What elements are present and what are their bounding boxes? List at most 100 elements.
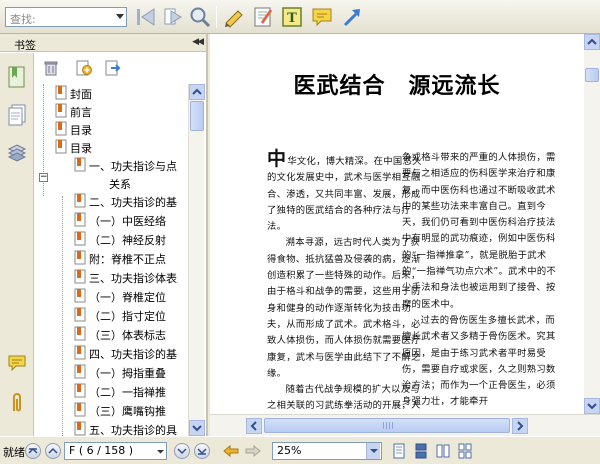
speech-bubble-icon: [312, 8, 332, 27]
bookmark-label-continued: 关系: [109, 178, 131, 191]
bookmark-icon: [74, 157, 86, 172]
zoom-search-button[interactable]: [188, 5, 212, 29]
search-placeholder: 查找:: [10, 13, 36, 26]
next-page-button[interactable]: [174, 443, 190, 459]
bookmark-icon: [55, 121, 67, 136]
bookmark-label: 前言: [70, 106, 92, 119]
tree-line: [62, 196, 63, 436]
chevron-down-icon: [177, 448, 187, 455]
back-button[interactable]: [222, 443, 240, 459]
bookmark-label: 附：脊椎不正点: [89, 253, 166, 266]
document-horizontal-scrollbar[interactable]: [210, 414, 600, 436]
bookmark-scrollbar[interactable]: [188, 84, 205, 436]
comments-tab[interactable]: [6, 351, 28, 375]
bookmark-properties-button[interactable]: [103, 59, 121, 77]
find-previous-icon: [137, 8, 155, 26]
facing-view-button[interactable]: [436, 443, 450, 459]
find-previous-button[interactable]: [134, 5, 158, 29]
continuous-facing-view-button[interactable]: [458, 443, 472, 459]
bookmark-icon: [74, 288, 86, 303]
scroll-down-button[interactable]: [189, 420, 205, 436]
scroll-thumb[interactable]: [190, 101, 204, 131]
paragraph: 过去的骨伤医生多擅长武术，而擅长武术者又多精于骨伤医术。究其原因，是由于练习武术…: [402, 314, 556, 408]
note-tool-button[interactable]: [251, 5, 275, 29]
text-tool-button[interactable]: T: [280, 5, 304, 29]
single-page-icon: [393, 443, 405, 459]
bookmark-icon: [55, 139, 67, 154]
chevron-right-icon: [517, 421, 524, 431]
zoom-dropdown-button[interactable]: [366, 443, 380, 459]
previous-page-button[interactable]: [45, 443, 61, 459]
arrow-icon: [343, 9, 360, 27]
bookmark-label: （二）神经反射: [89, 234, 166, 247]
bookmarks-tab[interactable]: [6, 65, 28, 89]
horizontal-scroll-thumb[interactable]: [264, 418, 510, 433]
magnifier-icon: [190, 7, 211, 28]
collapse-panel-icon[interactable]: ◀◀: [192, 37, 204, 47]
bookmark-label: （一）中医经络: [89, 215, 166, 228]
chevron-down-icon: [587, 403, 597, 410]
status-bar: 就绪 F ( 6 / 158 ) 25%: [0, 436, 600, 464]
bookmark-icon: [74, 250, 86, 265]
scroll-grip: [383, 422, 393, 429]
bookmark-label: （一）脊椎定位: [89, 291, 166, 304]
search-input[interactable]: 查找:: [5, 7, 127, 27]
bookmark-icon: [74, 326, 86, 341]
pages-tab[interactable]: [6, 103, 28, 127]
text-column-right: 争或格斗带来的严重的人体损伤，需要与之相适应的伤科医学来治疗和康复，而中医伤科也…: [402, 150, 562, 411]
document-page: 医武结合 源远流长 中华文化，博大精深。在中国悠久的文化发展史中，武术与医学相互…: [210, 34, 584, 428]
scroll-left-button[interactable]: [246, 418, 262, 434]
page-number-field[interactable]: F ( 6 / 158 ): [64, 442, 167, 460]
panel-side-tabs: [0, 53, 34, 436]
continuous-page-icon: [415, 443, 427, 459]
bookmark-panel: 书签 ◀◀ − 封面 前言 目录 目录 一、功夫指诊与点 关系 二、功夫指诊的基…: [0, 34, 208, 436]
chevron-up-icon: [48, 447, 58, 454]
bookmark-label: 目录: [70, 142, 92, 155]
document-vertical-scrollbar[interactable]: [584, 34, 600, 414]
arrow-left-icon: [223, 444, 239, 458]
bookmark-label: （二）指寸定位: [89, 310, 166, 323]
search-dropdown-icon[interactable]: [116, 14, 124, 19]
trash-icon: [44, 61, 58, 76]
bookmark-label: （二）一指禅推: [89, 386, 166, 399]
find-next-icon: [164, 8, 182, 25]
bookmark-icon: [74, 231, 86, 246]
bookmark-icon: [74, 345, 86, 360]
document-view[interactable]: 医武结合 源远流长 中华文化，博大精深。在中国悠久的文化发展史中，武术与医学相互…: [210, 34, 600, 428]
scroll-up-button[interactable]: [189, 84, 205, 100]
doc-scroll-thumb[interactable]: [585, 68, 599, 82]
toolbar-separator: [216, 6, 217, 28]
highlight-tool-button[interactable]: [222, 5, 246, 29]
single-page-view-button[interactable]: [392, 443, 406, 459]
comment-tool-button[interactable]: [310, 5, 334, 29]
arrow-tool-button[interactable]: [340, 5, 364, 29]
page-dropdown-button[interactable]: [155, 443, 166, 459]
doc-scroll-down-button[interactable]: [584, 398, 600, 414]
last-page-button[interactable]: [194, 443, 210, 459]
page-number-text: F ( 6 / 158 ): [69, 444, 134, 457]
layers-tab[interactable]: [6, 141, 28, 165]
forward-button[interactable]: [244, 443, 262, 459]
paperclip-icon: [13, 393, 21, 412]
last-page-icon: [197, 448, 207, 455]
bookmark-label: 一、功夫指诊与点: [89, 160, 177, 173]
doc-scroll-up-button[interactable]: [584, 34, 600, 50]
find-next-button[interactable]: [161, 5, 185, 29]
bookmark-label: 封面: [70, 88, 92, 101]
comment-icon: [8, 355, 26, 372]
paragraph-text: 华文化，博大精深。在中国悠久的文化发展史中，武术与医学相互融合、渗透，又共同丰富…: [267, 156, 422, 233]
first-page-button[interactable]: [25, 443, 41, 459]
status-label: 就绪: [3, 446, 25, 459]
paragraph: 争或格斗带来的严重的人体损伤，需要与之相适应的伤科医学来治疗和康复，而中医伤科也…: [402, 152, 557, 310]
continuous-view-button[interactable]: [414, 443, 428, 459]
caret-down-icon: [157, 450, 164, 454]
bookmark-icon: [74, 383, 86, 398]
new-bookmark-button[interactable]: [74, 59, 92, 77]
pages-icon: [8, 104, 26, 126]
layers-icon: [7, 144, 27, 162]
attachments-tab[interactable]: [6, 391, 28, 415]
delete-bookmark-button[interactable]: [42, 59, 60, 77]
collapse-node-icon[interactable]: −: [39, 173, 48, 182]
bookmark-label: （一）拇指重叠: [89, 367, 166, 380]
scroll-right-button[interactable]: [512, 418, 528, 434]
